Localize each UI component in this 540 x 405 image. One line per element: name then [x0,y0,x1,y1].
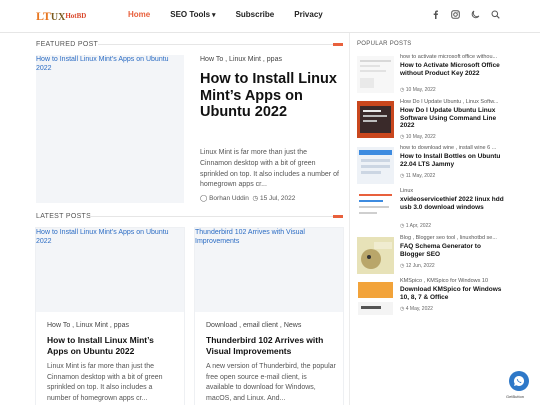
popular-post[interactable]: How Do I Update Ubuntu , Linux Softw... … [357,99,507,140]
popular-post-title[interactable]: How to Install Bottles on Ubuntu 22.04 L… [400,153,505,168]
featured-title[interactable]: How to Install Linux Mint’s Apps on Ubun… [200,71,340,121]
popular-post-thumbnail[interactable] [357,237,394,274]
popular-post[interactable]: how to activate microsoft office withou.… [357,54,507,94]
float-button-label: GetButton [506,394,525,399]
nav-seo-tools[interactable]: SEO Tools [170,10,215,19]
clock-icon: ◷ [400,263,405,269]
popular-post-title[interactable]: How to Activate Microsoft Office without… [400,62,505,77]
site-logo[interactable]: LTUXHotBD [36,9,86,24]
featured-date: 15 Jul, 2022 [259,195,296,202]
popular-post-date: ◷ 11 May, 2022 [400,173,436,179]
logo-text-3: HotBD [65,12,87,20]
latest-section-line [89,215,343,218]
popular-post-date: ◷ 4 May, 2022 [400,306,433,312]
popular-post-tags[interactable]: how to activate microsoft office withou.… [400,54,505,60]
popular-post[interactable]: Linux xvideoservicethief 2022 linux hdd … [357,188,507,229]
popular-post-title[interactable]: FAQ Schema Generator to Blogger SEO [400,243,505,258]
popular-post-thumbnail[interactable] [357,147,394,184]
popular-post-title[interactable]: How Do I Update Ubuntu Linux Software Us… [400,107,505,130]
popular-post-date: ◷ 1 Apr, 2022 [400,223,432,229]
featured-byline: ◯ Borhan Uddin ◷ 15 Jul, 2022 [200,194,295,202]
featured-image[interactable]: How to Install Linux Mint’s Apps on Ubun… [36,55,184,203]
popular-post-tags[interactable]: Blog , Blogger seo tool , linuxhotbd se.… [400,235,505,241]
nav-privacy[interactable]: Privacy [294,10,322,19]
facebook-icon[interactable] [431,10,440,19]
popular-post-date: ◷ 12 Jun, 2022 [400,263,435,269]
nav-home[interactable]: Home [128,10,150,19]
site-header: LTUXHotBD Home SEO Tools Subscribe Priva… [0,0,540,33]
post-card-tags[interactable]: Download , email client , News [206,322,301,329]
nav-subscribe[interactable]: Subscribe [236,10,275,19]
popular-post-title[interactable]: xvideoservicethief 2022 linux hdd usb 3.… [400,196,505,211]
post-card-image-alt: How to Install Linux Mint’s Apps on Ubun… [36,229,169,245]
popular-post-thumbnail[interactable] [357,190,394,227]
post-card-image-alt: Thunderbird 102 Arrives with Visual Impr… [195,229,305,245]
clock-icon: ◷ [400,223,405,229]
main-nav: Home SEO Tools Subscribe Privacy [128,10,343,19]
logo-text-1: LT [36,9,51,23]
popular-post-date: ◷ 10 May, 2022 [400,134,436,140]
featured-description: Linux Mint is far more than just the Cin… [200,149,339,189]
popular-post-tags[interactable]: KMSpico , KMSpico for Windows 10 [400,278,505,284]
featured-author[interactable]: Borhan Uddin [209,195,249,202]
moon-icon[interactable] [471,10,480,19]
popular-post-tags[interactable]: how to download wine , install wine 6 ..… [400,145,505,151]
logo-text-2: UX [50,12,66,23]
user-icon: ◯ [200,195,208,202]
popular-post-thumbnail[interactable] [357,280,394,317]
clock-icon: ◷ [252,195,259,202]
column-divider [349,33,350,405]
post-card-image[interactable]: Thunderbird 102 Arrives with Visual Impr… [195,228,343,312]
popular-post-tags[interactable]: Linux [400,188,505,194]
clock-icon: ◷ [400,87,405,93]
chat-icon [513,375,525,386]
featured-image-alt: How to Install Linux Mint’s Apps on Ubun… [36,56,169,72]
popular-post[interactable]: KMSpico , KMSpico for Windows 10 Downloa… [357,278,507,318]
featured-tags[interactable]: How To , Linux Mint , ppas [200,56,282,63]
post-card-description: Linux Mint is far more than just the Cin… [47,363,163,402]
featured-section-line [98,43,343,46]
popular-post-title[interactable]: Download KMSpico for Windows 10, 8, 7 & … [400,286,505,301]
clock-icon: ◷ [400,173,405,179]
post-card[interactable]: Thunderbird 102 Arrives with Visual Impr… [195,228,343,405]
post-card-description: A new version of Thunderbird, the popula… [206,363,336,402]
search-icon[interactable] [491,10,500,19]
popular-post-tags[interactable]: How Do I Update Ubuntu , Linux Softw... [400,99,505,105]
post-card[interactable]: How to Install Linux Mint’s Apps on Ubun… [36,228,184,405]
popular-section-title: POPULAR POSTS [357,41,412,47]
latest-section-title: LATEST POSTS [36,213,92,220]
popular-post-thumbnail[interactable] [357,56,394,93]
post-card-title[interactable]: Thunderbird 102 Arrives with Visual Impr… [206,335,334,356]
clock-icon: ◷ [400,306,405,312]
featured-section-title: FEATURED POST [36,41,99,48]
post-card-image[interactable]: How to Install Linux Mint’s Apps on Ubun… [36,228,184,312]
post-card-tags[interactable]: How To , Linux Mint , ppas [47,322,129,329]
popular-post-date: ◷ 10 May, 2022 [400,87,436,93]
clock-icon: ◷ [400,134,405,140]
instagram-icon[interactable] [451,10,460,19]
post-card-title[interactable]: How to Install Linux Mint’s Apps on Ubun… [47,335,175,356]
popular-post[interactable]: how to download wine , install wine 6 ..… [357,145,507,185]
chat-float-button[interactable] [509,371,529,391]
header-icons [431,10,500,19]
popular-post-thumbnail[interactable] [357,101,394,138]
popular-post[interactable]: Blog , Blogger seo tool , linuxhotbd se.… [357,235,507,275]
